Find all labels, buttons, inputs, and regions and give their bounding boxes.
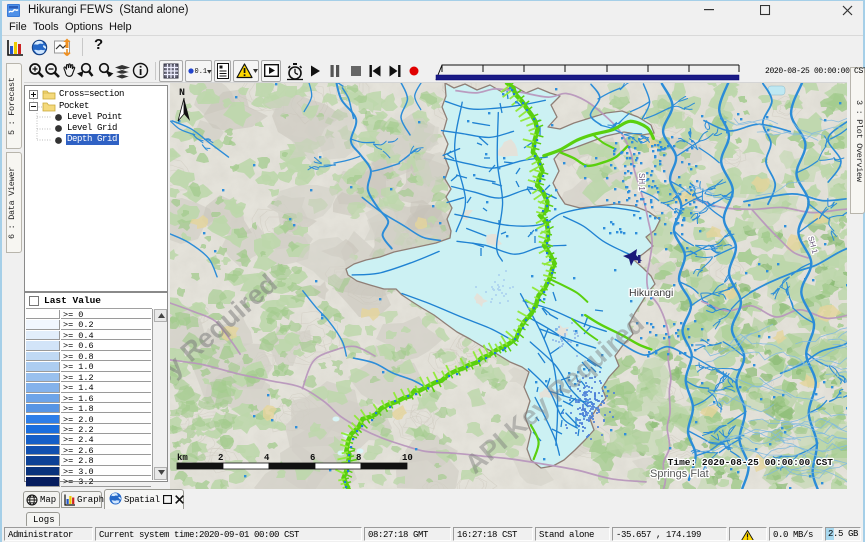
svg-text:8: 8 — [356, 453, 361, 463]
svg-text:N: N — [179, 88, 185, 99]
svg-text:4: 4 — [264, 453, 270, 463]
svg-text:km: km — [177, 453, 188, 463]
svg-text:6: 6 — [310, 453, 315, 463]
svg-text:Time: 2020-08-25 00:00:00 CST: Time: 2020-08-25 00:00:00 CST — [668, 457, 834, 468]
svg-text:10: 10 — [402, 453, 413, 463]
svg-text:2: 2 — [218, 453, 223, 463]
svg-text:SH 1: SH 1 — [637, 173, 646, 191]
svg-text:Springs Flat: Springs Flat — [650, 468, 709, 480]
svg-text:Hikurangi: Hikurangi — [629, 287, 673, 299]
